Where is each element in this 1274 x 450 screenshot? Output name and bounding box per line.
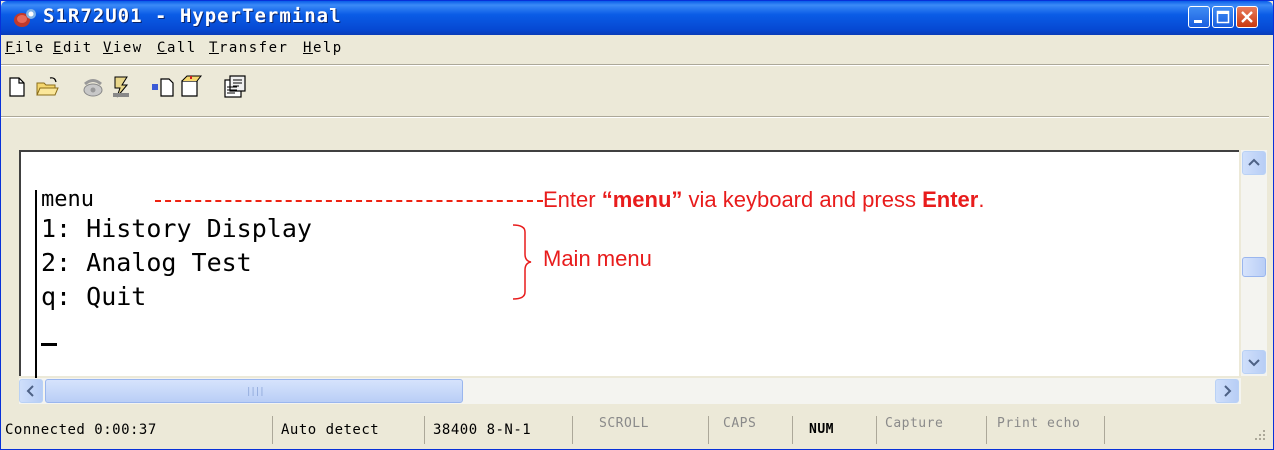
properties-icon[interactable] (223, 75, 247, 99)
scroll-down-button[interactable] (1242, 350, 1266, 374)
status-bar: Connected 0:00:37 Auto detect 38400 8-N-… (3, 412, 1273, 448)
open-icon[interactable] (35, 75, 59, 99)
annotation-main-menu: Main menu (543, 246, 652, 271)
vertical-scroll-thumb[interactable] (1242, 257, 1266, 277)
scroll-left-button[interactable] (19, 379, 43, 403)
status-port-settings: 38400 8-N-1 (425, 416, 573, 444)
maximize-button[interactable] (1212, 6, 1234, 28)
hyperterminal-window: S1R72U01 - HyperTerminal File Edit View … (0, 0, 1274, 450)
close-button[interactable] (1236, 6, 1258, 28)
terminal-line-menu: menu (41, 187, 94, 212)
menu-edit[interactable]: Edit (53, 40, 93, 56)
annotation-enter-menu: Enter “menu” via keyboard and press Ente… (543, 187, 985, 212)
dial-icon[interactable] (109, 75, 133, 99)
scroll-grip-icon: |||| (246, 387, 265, 397)
menu-help[interactable]: Help (303, 40, 343, 56)
menu-view[interactable]: View (103, 40, 143, 56)
status-print-echo: Print echo (987, 416, 1105, 444)
hyperterminal-app-icon (14, 9, 36, 27)
terminal-cursor (41, 343, 57, 346)
scroll-down-icon (1248, 359, 1260, 367)
horizontal-scroll-thumb[interactable]: |||| (45, 379, 463, 403)
disconnect-phone-icon[interactable] (81, 75, 105, 99)
minimize-icon (1194, 20, 1202, 23)
maximize-icon (1216, 10, 1230, 24)
horizontal-scrollbar[interactable]: |||| (19, 378, 1241, 404)
status-scroll: SCROLL (573, 416, 709, 444)
minimize-button[interactable] (1188, 6, 1210, 28)
title-bar[interactable]: S1R72U01 - HyperTerminal (1, 1, 1273, 35)
vertical-scrollbar[interactable] (1241, 150, 1267, 376)
status-auto-detect: Auto detect (273, 416, 425, 444)
resize-grip-icon[interactable] (1247, 426, 1267, 446)
menu-file[interactable]: File (5, 40, 45, 56)
scroll-up-button[interactable] (1242, 151, 1266, 175)
scroll-right-icon (1224, 385, 1232, 397)
toolbar-separator (1, 116, 1269, 118)
scroll-left-icon (26, 385, 34, 397)
receive-file-icon[interactable] (179, 75, 203, 99)
scroll-up-icon (1248, 158, 1260, 166)
terminal-screen[interactable]: menu 1: History Display 2: Analog Test q… (19, 150, 1239, 378)
menu-call[interactable]: Call (157, 40, 197, 56)
terminal-line-3: q: Quit (41, 282, 147, 311)
menu-transfer[interactable]: Transfer (209, 40, 288, 56)
send-file-icon[interactable] (151, 75, 175, 99)
terminal-line-1: 1: History Display (41, 214, 312, 243)
annotation-brace (512, 224, 532, 300)
scroll-right-button[interactable] (1215, 379, 1239, 403)
window-title: S1R72U01 - HyperTerminal (43, 5, 342, 27)
status-num: NUM (793, 416, 877, 444)
status-caps: CAPS (709, 416, 793, 444)
annotation-dashed-leader (155, 200, 543, 202)
left-margin-line (35, 190, 37, 378)
terminal-line-2: 2: Analog Test (41, 248, 252, 277)
status-connected: Connected 0:00:37 (3, 416, 273, 444)
status-capture: Capture (877, 416, 987, 444)
close-icon (1241, 11, 1253, 23)
menubar-separator (1, 64, 1269, 66)
new-connection-icon[interactable] (5, 75, 29, 99)
